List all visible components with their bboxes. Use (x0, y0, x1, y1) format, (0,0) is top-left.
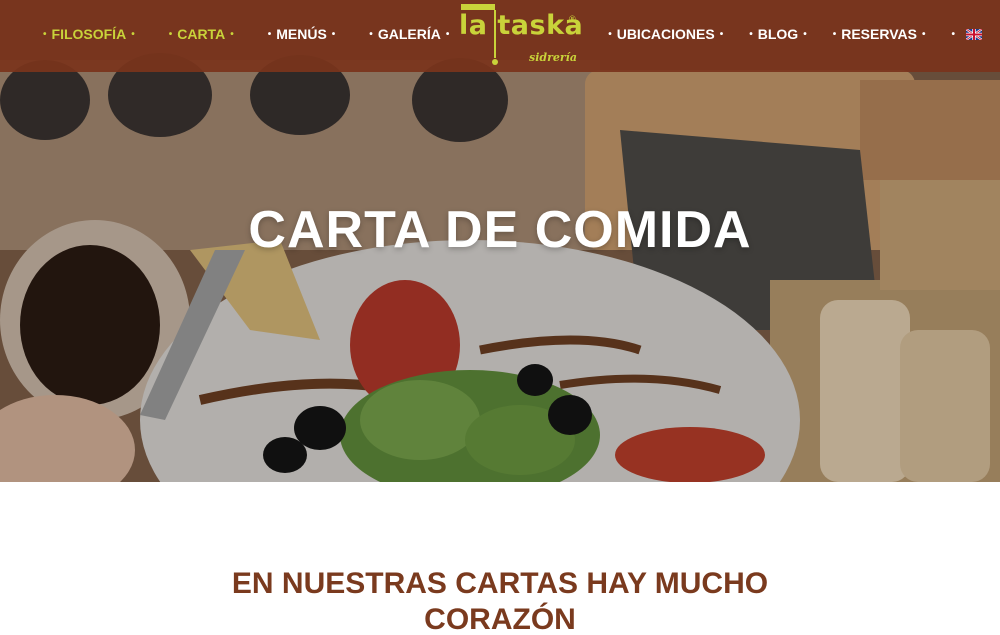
nav-item-label: BLOG (757, 26, 799, 42)
separator-dot: • (43, 28, 47, 40)
logo-subtitle: sidrería (529, 51, 577, 64)
nav-item-label: GALERÍA (377, 26, 441, 42)
nav-item-reservas[interactable]: • RESERVAS • (828, 26, 931, 42)
nav-item-label: MENÚS (276, 26, 327, 42)
nav-right: • UBICACIONES • • BLOG • • RESERVAS • • (587, 0, 982, 68)
separator-dot: • (230, 28, 234, 40)
hero-banner: CARTA DE COMIDA (0, 0, 1000, 482)
intro-section: EN NUESTRAS CARTAS HAY MUCHO CORAZÓN (0, 482, 1000, 635)
nav-item-ubicaciones[interactable]: • UBICACIONES • (603, 26, 728, 42)
logo-text: la taska (459, 10, 584, 41)
separator-dot: • (749, 28, 753, 40)
nav-item-menus[interactable]: • MENÚS • (263, 26, 341, 42)
separator-dot: • (803, 28, 807, 40)
separator-dot: • (168, 28, 173, 40)
nav-item-label: RESERVAS (841, 26, 917, 42)
nav-item-carta[interactable]: • CARTA • (164, 26, 239, 42)
section-heading: EN NUESTRAS CARTAS HAY MUCHO CORAZÓN (231, 567, 769, 635)
separator-dot: • (608, 28, 612, 40)
nav-item-blog[interactable]: • BLOG • (744, 26, 811, 42)
logo-registered-mark: ® (569, 14, 576, 24)
separator-dot: • (131, 28, 135, 40)
language-switcher[interactable]: • (946, 28, 982, 40)
separator-dot: • (369, 28, 373, 40)
nav-item-label: FILOSOFÍA (51, 26, 127, 42)
nav-item-label: CARTA (177, 26, 226, 42)
hero-title: CARTA DE COMIDA (248, 201, 752, 259)
separator-dot: • (951, 28, 955, 40)
nav-item-label: UBICACIONES (616, 26, 715, 42)
nav-left: • FILOSOFÍA • • CARTA • • MENÚS • • GALE… (38, 0, 478, 68)
separator-dot: • (445, 28, 450, 40)
uk-flag-icon (966, 28, 982, 40)
separator-dot: • (921, 28, 926, 40)
site-header: • FILOSOFÍA • • CARTA • • MENÚS • • GALE… (0, 0, 1000, 72)
nav-item-filosofia[interactable]: • FILOSOFÍA • (38, 26, 140, 42)
separator-dot: • (331, 28, 336, 40)
separator-dot: • (832, 28, 837, 40)
nav-item-galeria[interactable]: • GALERÍA • (364, 26, 454, 42)
site-logo[interactable]: la taska ® sidrería (455, 0, 585, 72)
separator-dot: • (267, 28, 272, 40)
separator-dot: • (719, 28, 724, 40)
